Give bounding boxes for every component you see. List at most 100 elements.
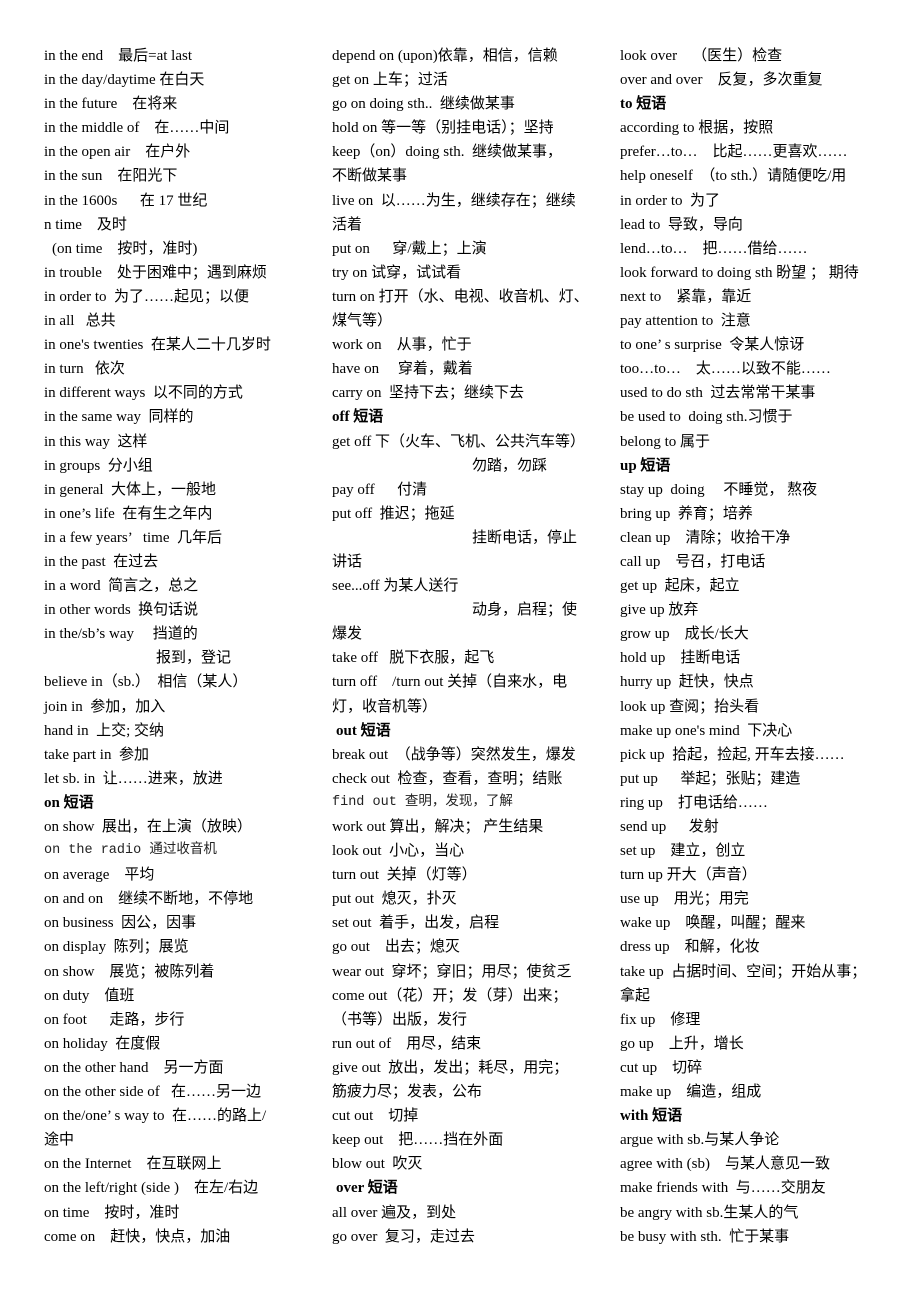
phrase-entry: set out 着手，出发，启程 — [332, 915, 500, 932]
phrase-entry: on the/one’ s way to 在……的路上/ — [44, 1108, 267, 1125]
phrase-entry: in order to 为了……起见；以便 — [44, 288, 249, 305]
section-heading: up 短语 — [620, 457, 671, 474]
phrase-entry: 途中 — [44, 1132, 75, 1149]
phrase-entry: hand in 上交; 交纳 — [44, 722, 164, 739]
phrase-entry: call up 号召，打电话 — [620, 553, 766, 570]
phrase-entry: in turn 依次 — [44, 361, 125, 378]
phrase-entry: see...off 为某人送行 — [332, 578, 459, 595]
phrase-entry: in the past 在过去 — [44, 553, 159, 570]
phrase-entry: 拿起 — [620, 987, 651, 1004]
phrase-entry: get up 起床，起立 — [620, 578, 740, 595]
phrase-entry: too…to… 太……以致不能…… — [620, 361, 831, 378]
phrase-entry: in order to 为了 — [620, 192, 720, 209]
column-2: depend on (upon)依靠，相信，信赖 get on 上车；过活 go o… — [332, 44, 622, 1249]
phrase-entry: look forward to doing sth 盼望 ； 期待 — [620, 264, 859, 281]
phrase-entry: make up one's mind 下决心 — [620, 722, 793, 739]
phrase-entry: next to 紧靠，靠近 — [620, 288, 752, 305]
section-heading: to 短语 — [620, 96, 667, 113]
phrase-entry: in groups 分小组 — [44, 457, 153, 474]
phrase-entry: turn off /turn out 关掉（自来水，电 — [332, 674, 568, 691]
phrase-entry: on the radio 通过收音机 — [44, 843, 217, 859]
phrase-entry: 活着 — [332, 216, 363, 233]
phrase-entry: take up 占据时间、空间；开始从事； — [620, 963, 867, 980]
phrase-entry: bring up 养育；培养 — [620, 505, 753, 522]
phrase-entry: over and over 反复，多次重复 — [620, 72, 823, 89]
phrase-entry: on the other hand 另一方面 — [44, 1059, 224, 1076]
phrase-entry: in general 大体上，一般地 — [44, 481, 217, 498]
phrase-entry: take off 脱下衣服，起飞 — [332, 650, 495, 667]
phrase-entry: try on 试穿，试试看 — [332, 264, 462, 281]
phrase-entry: in the middle of 在……中间 — [44, 120, 230, 137]
phrase-entry: lead to 导致，导向 — [620, 216, 743, 233]
phrase-entry: on show 展出，在上演（放映） — [44, 819, 252, 835]
phrase-entry: set up 建立，创立 — [620, 843, 746, 860]
phrase-entry: break out （战争等）突然发生，爆发 — [332, 746, 576, 763]
phrase-entry: 勿踏，勿踩 — [472, 457, 548, 474]
phrase-entry: on business 因公，因事 — [44, 915, 197, 932]
phrase-entry: look out 小心，当心 — [332, 843, 465, 860]
phrase-entry: in one’s life 在有生之年内 — [44, 505, 213, 522]
section-heading: out 短语 — [336, 722, 391, 739]
phrase-entry: depend on (upon)依靠，相信，信赖 — [332, 48, 558, 64]
phrase-entry: on show 展览；被陈列着 — [44, 963, 215, 980]
phrase-entry: keep（on）doing sth. 继续做某事， — [332, 144, 562, 161]
phrase-entry: 动身，启程；使 — [472, 602, 578, 619]
phrase-entry: take part in 参加 — [44, 746, 149, 763]
phrase-entry: give out 放出，发出；耗尽，用完； — [332, 1059, 569, 1076]
phrase-entry: argue with sb.与某人争论 — [620, 1132, 780, 1149]
phrase-entry: put off 推迟；拖延 — [332, 505, 455, 522]
phrase-entry: make friends with 与……交朋友 — [620, 1180, 826, 1197]
phrase-entry: in the same way 同样的 — [44, 409, 194, 426]
phrase-entry: go on doing sth.. 继续做某事 — [332, 96, 515, 113]
phrase-entry: turn on 打开（水、电视、收音机、灯、 — [332, 288, 589, 305]
phrase-entry: be busy with sth. 忙于某事 — [620, 1228, 790, 1245]
phrase-entry: on foot 走路，步行 — [44, 1011, 185, 1028]
section-heading: off 短语 — [332, 409, 384, 426]
phrase-entry: go out 出去；熄灭 — [332, 939, 460, 956]
column-3: look over （医生）检查 over and over 反复，多次重复 to … — [620, 44, 910, 1249]
phrase-entry: find out 查明，发现，了解 — [332, 794, 513, 810]
phrase-entry: send up 发射 — [620, 819, 719, 835]
phrase-entry: live on 以……为生，继续存在；继续 — [332, 192, 576, 209]
phrase-entry: let sb. in 让……进来，放进 — [44, 770, 223, 787]
phrase-entry: in all 总共 — [44, 313, 116, 330]
phrase-entry: hold on 等一等（别挂电话）；坚持 — [332, 120, 554, 137]
phrase-entry: 灯，收音机等） — [332, 698, 438, 715]
phrase-entry: check out 检查，查看，查明；结账 — [332, 770, 563, 787]
phrase-entry: in the day/daytime 在白天 — [44, 72, 205, 89]
section-heading: on 短语 — [44, 794, 94, 811]
phrase-entry: hurry up 赶快，快点 — [620, 674, 754, 691]
phrase-entry: 不断做某事 — [332, 168, 408, 185]
phrase-entry: look over （医生）检查 — [620, 48, 783, 64]
phrase-entry: lend…to… 把……借给…… — [620, 240, 808, 257]
phrase-entry: help oneself （to sth.）请随便吃/用 — [620, 168, 847, 185]
phrase-entry: put out 熄灭，扑灭 — [332, 891, 457, 908]
phrase-entry: be used to doing sth.习惯于 — [620, 409, 793, 426]
phrase-entry: believe in（sb.） 相信（某人） — [44, 674, 248, 691]
phrase-entry: on display 陈列；展览 — [44, 939, 189, 956]
phrase-entry: turn out 关掉（灯等） — [332, 867, 477, 884]
phrase-entry: n time 及时 — [44, 216, 127, 233]
phrase-entry: on holiday 在度假 — [44, 1035, 161, 1052]
phrase-entry: cut up 切碎 — [620, 1059, 703, 1076]
phrase-entry: make up 编造，组成 — [620, 1084, 762, 1101]
phrase-entry: 煤气等） — [332, 313, 393, 330]
phrase-entry: in other words 换句话说 — [44, 602, 199, 619]
phrase-entry: 讲话 — [332, 553, 363, 570]
phrase-entry: put up 举起；张贴；建造 — [620, 770, 801, 787]
phrase-entry: have on 穿着，戴着 — [332, 361, 473, 378]
phrase-entry: in a word 简言之，总之 — [44, 578, 199, 595]
phrase-entry: run out of 用尽，结束 — [332, 1035, 482, 1052]
phrase-entry: on average 平均 — [44, 867, 155, 884]
phrase-entry: stay up doing 不睡觉， 熬夜 — [620, 481, 818, 498]
phrase-entry: grow up 成长/长大 — [620, 626, 749, 643]
phrase-entry: blow out 吹灭 — [332, 1156, 423, 1173]
phrase-entry: prefer…to… 比起……更喜欢…… — [620, 144, 848, 161]
phrase-entry: cut out 切掉 — [332, 1108, 419, 1125]
phrase-entry: agree with (sb) 与某人意见一致 — [620, 1156, 830, 1173]
phrase-entry: in the open air 在户外 — [44, 144, 191, 161]
phrase-entry: （书等）出版，发行 — [332, 1011, 468, 1028]
phrase-entry: on the left/right (side ) 在左/右边 — [44, 1180, 259, 1197]
phrase-entry: in a few years’ time 几年后 — [44, 529, 223, 546]
phrase-entry: in trouble 处于困难中；遇到麻烦 — [44, 264, 267, 281]
